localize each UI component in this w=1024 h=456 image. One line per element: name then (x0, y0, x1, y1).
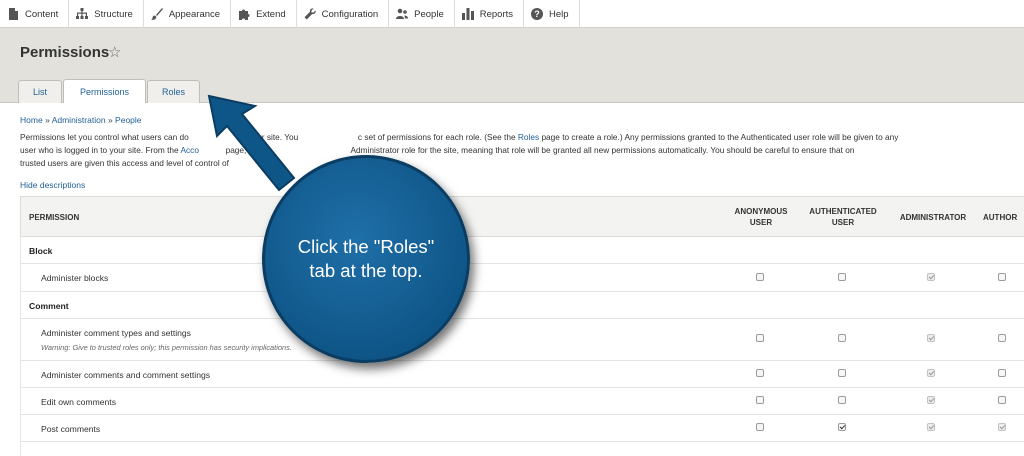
description-text: Permissions let you control what users c… (20, 132, 189, 142)
toolbar-structure[interactable]: Structure (69, 0, 144, 28)
author-checkbox[interactable] (998, 369, 1006, 377)
permission-row: Administer comment types and settings Wa… (20, 319, 1024, 361)
breadcrumb-separator: » (45, 115, 50, 125)
toolbar-people-label: People (414, 8, 444, 20)
authenticated-checkbox[interactable] (838, 334, 846, 342)
svg-text:?: ? (534, 9, 540, 19)
authenticated-checkbox[interactable] (838, 273, 846, 281)
permission-row: Administer blocks (20, 264, 1024, 292)
authenticated-checkbox[interactable] (838, 423, 846, 431)
toolbar-content-label: Content (25, 8, 59, 20)
authenticated-checkbox[interactable] (838, 369, 846, 377)
header-administrator: ADMINISTRATOR (899, 213, 967, 222)
administrator-checkbox (927, 369, 935, 377)
tab-list[interactable]: List (18, 80, 63, 103)
toolbar-people[interactable]: People (389, 0, 455, 28)
anonymous-checkbox[interactable] (756, 396, 764, 404)
toolbar-configuration-label: Configuration (321, 8, 379, 20)
toolbar-help[interactable]: ? Help (524, 0, 580, 28)
toolbar-appearance-label: Appearance (168, 8, 221, 20)
header-authenticated-user: AUTHENTICATED USER (809, 207, 877, 227)
breadcrumb: Home » Administration » People (20, 115, 142, 125)
page-header: Permissions ☆ List Permissions Roles (0, 28, 1024, 103)
callout-bubble: Click the "Roles" tab at the top. (262, 155, 470, 363)
paintbrush-icon (150, 8, 163, 20)
anonymous-checkbox[interactable] (756, 369, 764, 377)
toolbar-extend-label: Extend (256, 8, 286, 20)
permission-row (20, 442, 1024, 456)
permissions-table: PERMISSION ANONYMOUS USER AUTHENTICATED … (20, 196, 1024, 456)
header-anonymous-user: ANONYMOUS USER (734, 207, 788, 227)
permission-name: Administer comments and comment settings (41, 370, 211, 380)
help-icon: ? (531, 8, 544, 20)
anonymous-checkbox[interactable] (756, 273, 764, 281)
administrator-checkbox (927, 334, 935, 342)
callout-text: Click the "Roles" tab at the top. (297, 236, 435, 281)
structure-icon (76, 8, 89, 19)
permission-name: Post comments (41, 424, 101, 434)
breadcrumb-people[interactable]: People (115, 115, 141, 125)
breadcrumb-home[interactable]: Home (20, 115, 43, 125)
toolbar-structure-label: Structure (94, 8, 133, 20)
description-text: page to create a role.) Any permissions … (541, 132, 899, 142)
toolbar-appearance[interactable]: Appearance (144, 0, 232, 28)
category-row: Block (20, 237, 1024, 264)
author-checkbox[interactable] (998, 334, 1006, 342)
page-title: Permissions (20, 44, 110, 61)
description-text: c set of permissions for each role. (See… (357, 132, 516, 142)
bar-chart-icon (461, 8, 474, 20)
category-name: Block (29, 246, 53, 256)
author-checkbox[interactable] (998, 396, 1006, 404)
toolbar-configuration[interactable]: Configuration (297, 0, 390, 28)
permission-name: Edit own comments (41, 397, 116, 407)
document-icon (9, 8, 18, 20)
permissions-description: Permissions let you control what users c… (20, 131, 1024, 170)
roles-page-link[interactable]: Roles (518, 132, 539, 142)
tab-permissions[interactable]: Permissions (63, 79, 147, 103)
anonymous-checkbox[interactable] (756, 334, 764, 342)
administrator-checkbox (927, 273, 935, 281)
description-text: user who is logged in to your site. From… (20, 145, 179, 155)
toolbar-extend[interactable]: Extend (231, 0, 297, 28)
description-text: Administrator role for the site, meaning… (350, 145, 855, 155)
breadcrumb-administration[interactable]: Administration (52, 115, 106, 125)
toolbar-help-label: Help (549, 8, 569, 20)
wrench-icon (304, 8, 316, 20)
permission-name: Administer blocks (41, 273, 109, 283)
permission-row: Post comments (20, 415, 1024, 442)
toolbar-reports-label: Reports (479, 8, 514, 20)
authenticated-checkbox[interactable] (838, 396, 846, 404)
author-checkbox[interactable] (998, 273, 1006, 281)
hide-descriptions-link[interactable]: Hide descriptions (20, 180, 85, 190)
toolbar-content[interactable]: Content (0, 0, 70, 28)
star-icon[interactable]: ☆ (108, 43, 121, 61)
category-name: Comment (29, 301, 69, 311)
admin-toolbar: Content Structure Appearance Extend Conf… (0, 0, 1024, 28)
breadcrumb-separator: » (107, 115, 113, 125)
anonymous-checkbox[interactable] (756, 423, 764, 431)
permission-name: Administer comment types and settings (41, 328, 191, 338)
author-checkbox (998, 423, 1006, 431)
people-icon (396, 8, 409, 19)
tab-roles[interactable]: Roles (147, 80, 201, 103)
table-header: PERMISSION ANONYMOUS USER AUTHENTICATED … (20, 196, 1024, 237)
primary-tabs: List Permissions Roles (18, 79, 201, 103)
permission-warning: Warning: Give to trusted roles only; thi… (41, 343, 292, 352)
permission-row: Administer comments and comment settings (20, 361, 1024, 388)
header-author: AUTHOR (983, 213, 1018, 222)
administrator-checkbox (927, 396, 935, 404)
toolbar-reports[interactable]: Reports (455, 0, 525, 28)
puzzle-icon (239, 9, 250, 20)
header-permission: PERMISSION (29, 213, 80, 222)
permission-row: Edit own comments (20, 388, 1024, 415)
callout-arrow-icon (207, 94, 296, 192)
administrator-checkbox (927, 423, 935, 431)
category-row: Comment (20, 292, 1024, 319)
